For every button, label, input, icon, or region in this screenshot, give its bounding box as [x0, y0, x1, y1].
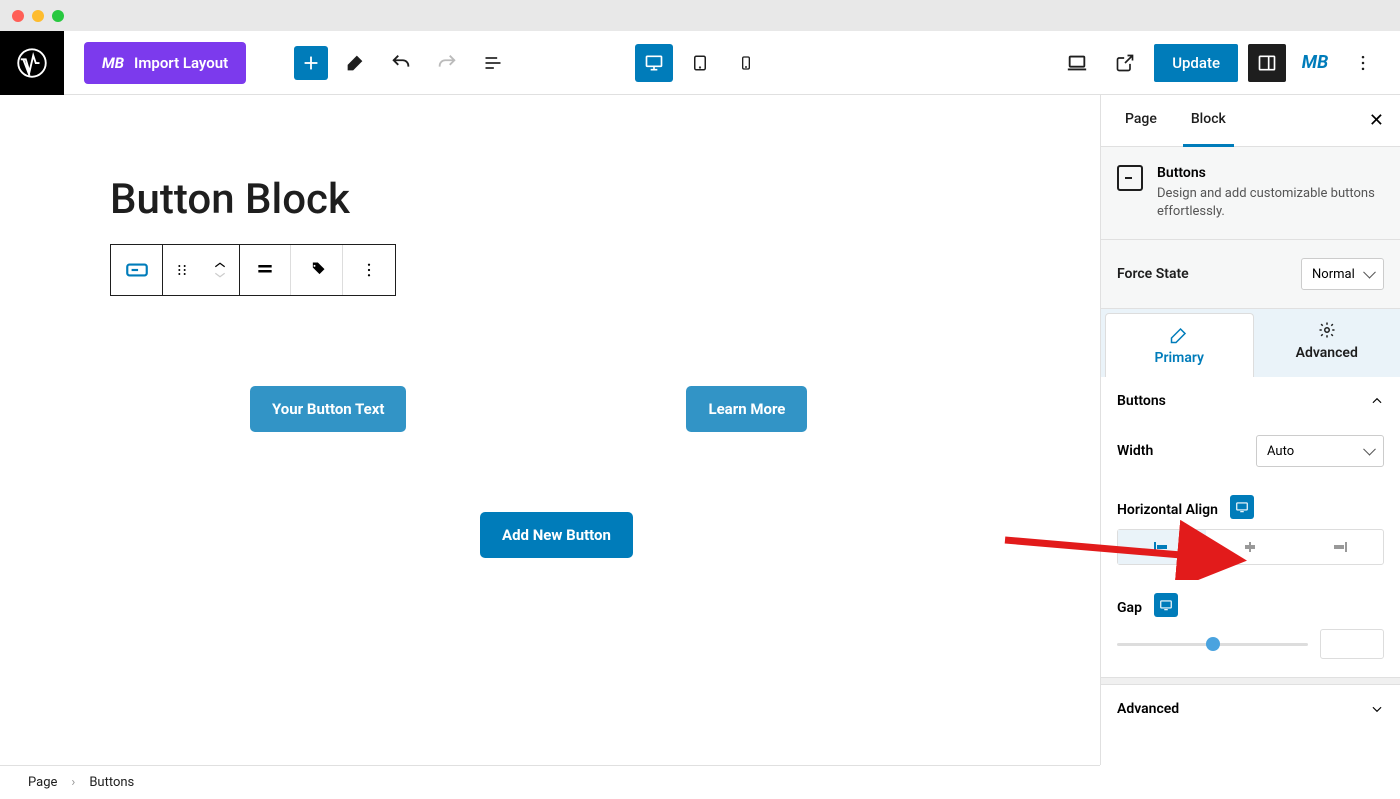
mb-brand-icon: MB: [102, 54, 124, 72]
width-row: Width Auto: [1117, 435, 1384, 467]
gap-label: Gap: [1117, 600, 1142, 616]
block-type-icon[interactable]: [111, 245, 163, 295]
list-view-icon[interactable]: [474, 44, 512, 82]
force-state-label: Force State: [1117, 266, 1189, 282]
laptop-preview-icon[interactable]: [1058, 44, 1096, 82]
update-button[interactable]: Update: [1154, 44, 1238, 82]
close-sidebar-icon[interactable]: ✕: [1369, 110, 1384, 131]
tab-page[interactable]: Page: [1117, 95, 1165, 147]
sidebar-tabs: Page Block ✕: [1101, 95, 1400, 147]
block-more-icon[interactable]: [343, 245, 395, 295]
window-close-icon[interactable]: [12, 10, 24, 22]
gap-slider[interactable]: [1117, 643, 1308, 646]
more-options-icon[interactable]: [1344, 44, 1382, 82]
responsive-icon[interactable]: [1154, 593, 1178, 617]
import-label: Import Layout: [134, 54, 228, 72]
demo-button-2[interactable]: Learn More: [686, 386, 807, 432]
editor-canvas[interactable]: Button Block Your Button Text: [0, 95, 1100, 765]
buttons-block-icon: [1117, 165, 1143, 191]
window-titlebar: [0, 0, 1400, 31]
mobile-device-tab[interactable]: [727, 44, 765, 82]
mode-tabs: Primary Advanced: [1101, 309, 1400, 377]
move-up-down[interactable]: [201, 245, 239, 295]
block-name: Buttons: [1157, 165, 1384, 181]
chevron-up-icon: [1370, 394, 1384, 408]
breadcrumb-root[interactable]: Page: [28, 775, 57, 790]
width-select[interactable]: Auto: [1256, 435, 1384, 467]
force-state-select[interactable]: Normal: [1301, 258, 1384, 290]
settings-sidebar: Page Block ✕ Buttons Design and add cust…: [1100, 95, 1400, 765]
page-title[interactable]: Button Block: [110, 175, 1100, 224]
add-new-button[interactable]: Add New Button: [480, 512, 633, 558]
chevron-down-icon: [1370, 702, 1384, 716]
gear-icon: [1318, 321, 1336, 339]
tab-block[interactable]: Block: [1183, 95, 1234, 147]
drag-handle-icon[interactable]: [163, 245, 201, 295]
undo-icon[interactable]: [382, 44, 420, 82]
redo-icon: [428, 44, 466, 82]
import-layout-button[interactable]: MB Import Layout: [84, 42, 246, 84]
wordpress-logo[interactable]: [0, 31, 64, 95]
gap-input[interactable]: [1320, 629, 1384, 659]
pencil-icon: [1170, 326, 1188, 344]
section-advanced[interactable]: Advanced: [1101, 685, 1400, 733]
desktop-device-tab[interactable]: [635, 44, 673, 82]
responsive-icon[interactable]: [1230, 495, 1254, 519]
block-toolbar: [110, 244, 396, 296]
toolbar-left: [294, 44, 512, 82]
chevron-up-icon[interactable]: [213, 260, 227, 270]
style-icon[interactable]: [291, 245, 343, 295]
add-block-button[interactable]: [294, 46, 328, 80]
halign-label: Horizontal Align: [1117, 502, 1218, 518]
block-description: Design and add customizable buttons effo…: [1157, 185, 1384, 221]
demo-button-1[interactable]: Your Button Text: [250, 386, 406, 432]
block-header: Buttons Design and add customizable butt…: [1101, 147, 1400, 240]
sidebar-toggle-button[interactable]: [1248, 44, 1286, 82]
breadcrumb: Page › Buttons: [0, 765, 1100, 799]
window-minimize-icon[interactable]: [32, 10, 44, 22]
mode-tab-advanced[interactable]: Advanced: [1254, 309, 1400, 373]
align-options: [1117, 529, 1384, 565]
buttons-block[interactable]: Your Button Text Learn More: [250, 386, 1100, 432]
device-preview-tabs: [635, 44, 765, 82]
section-buttons[interactable]: Buttons: [1101, 377, 1400, 425]
chevron-right-icon: ›: [71, 775, 75, 790]
window-maximize-icon[interactable]: [52, 10, 64, 22]
chevron-down-icon[interactable]: [213, 270, 227, 280]
width-label: Width: [1117, 443, 1153, 459]
align-center-option[interactable]: [1206, 530, 1294, 564]
force-state-row: Force State Normal: [1101, 240, 1400, 309]
edit-tool-icon[interactable]: [336, 44, 374, 82]
halign-row: Horizontal Align: [1117, 495, 1384, 519]
mode-tab-primary[interactable]: Primary: [1105, 313, 1254, 377]
align-left-option[interactable]: [1118, 530, 1206, 564]
editor-header: MB Import Layout: [0, 31, 1400, 95]
gap-row: Gap: [1117, 593, 1384, 617]
header-right: Update MB: [1058, 44, 1400, 82]
external-link-icon[interactable]: [1106, 44, 1144, 82]
align-right-option[interactable]: [1295, 530, 1383, 564]
align-icon[interactable]: [239, 245, 291, 295]
gap-slider-row: [1117, 629, 1384, 659]
breadcrumb-current[interactable]: Buttons: [89, 775, 134, 790]
maxblocks-logo[interactable]: MB: [1296, 44, 1334, 82]
tablet-device-tab[interactable]: [681, 44, 719, 82]
